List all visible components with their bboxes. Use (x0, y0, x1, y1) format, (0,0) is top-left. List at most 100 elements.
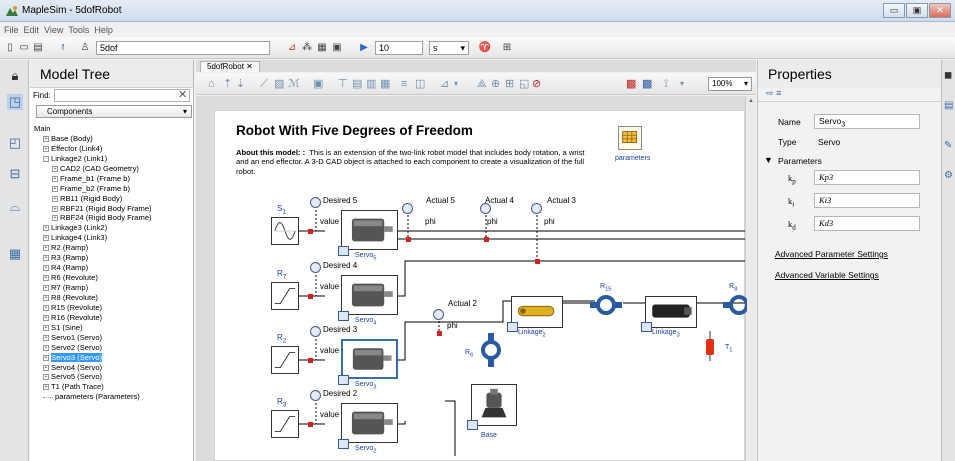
tab-5dofrobot[interactable]: 5dofRobot ✕ (200, 61, 260, 72)
properties-tab-icon[interactable]: ▤ (944, 100, 953, 111)
tree-item[interactable]: + T1 (Path Trace) (34, 382, 192, 392)
tree-item[interactable]: + Servo3 (Servo) (34, 352, 192, 363)
tree-item[interactable]: + Linkage3 (Link2) (34, 223, 192, 233)
expand-icon[interactable]: + (52, 205, 58, 212)
menu-file[interactable]: File (4, 23, 19, 37)
expand-icon[interactable]: + (43, 304, 49, 311)
find-input[interactable] (54, 89, 190, 102)
tree-item[interactable]: + S1 (Sine) (34, 323, 192, 333)
expand-icon[interactable]: + (52, 195, 58, 202)
layout-icon[interactable]: ⊞ (500, 41, 514, 55)
kd-field[interactable]: Kd3 (814, 216, 920, 231)
menu-help[interactable]: Help (94, 23, 113, 37)
lock-icon[interactable]: ◼ (944, 70, 952, 81)
tree-item[interactable]: + R6 (Revolute) (34, 273, 192, 283)
chevron-down-icon[interactable]: ▾ (680, 77, 684, 91)
math-icon[interactable]: ℳ (288, 77, 300, 91)
kp-field[interactable]: Kp3 (814, 170, 920, 185)
run-simulation-button[interactable]: ▶ (357, 41, 371, 55)
servo-block[interactable] (341, 275, 398, 315)
scroll-up-icon[interactable]: ▲ (748, 98, 754, 104)
minimize-button[interactable]: ▭ (883, 3, 905, 18)
revolute-joint-icon[interactable] (590, 291, 622, 319)
open-folder-icon[interactable]: ▭ (18, 41, 30, 55)
expand-icon[interactable]: + (43, 245, 49, 252)
revolute-joint-icon[interactable] (477, 333, 505, 367)
servo-block-selected[interactable] (341, 339, 398, 379)
stop-icon[interactable]: ⊘ (532, 77, 541, 91)
desired-probe[interactable] (310, 326, 321, 337)
linkage-block[interactable] (645, 296, 697, 328)
sine-source-block[interactable] (271, 217, 299, 245)
ramp-source-block[interactable] (271, 282, 299, 310)
component-icon[interactable]: ⊤ (338, 77, 348, 91)
tree-item[interactable]: + Effector (Link4) (34, 144, 192, 154)
tree-item[interactable]: - Linkage2 (Link1) (34, 154, 192, 164)
tree-item[interactable]: + R7 (Ramp) (34, 283, 192, 293)
align-icon[interactable]: ≡ (401, 77, 407, 91)
tree-item[interactable]: + CAD2 (CAD Geometry) (34, 164, 192, 174)
expand-icon[interactable]: + (43, 275, 49, 282)
monitor-icon[interactable]: ▣ (313, 77, 323, 91)
tree-item[interactable]: parameters (Parameters) (34, 392, 192, 402)
image-icon[interactable]: ▨ (274, 77, 284, 91)
inspector-tab-icon[interactable]: ◰ (7, 135, 23, 151)
sim-time-field[interactable]: 10 (375, 41, 423, 55)
tree-item[interactable]: + RBF21 (Rigid Body Frame) (34, 204, 192, 214)
expand-icon[interactable]: + (43, 235, 49, 242)
expand-icon[interactable]: + (52, 185, 58, 192)
group-icon[interactable]: ◫ (415, 77, 425, 91)
expand-icon[interactable]: + (43, 334, 49, 341)
frame-icon[interactable]: ◱ (519, 77, 529, 91)
tree-item[interactable]: + Servo5 (Servo) (34, 372, 192, 382)
function-icon[interactable]: f (55, 41, 71, 55)
actual-probe[interactable] (433, 309, 444, 320)
model-tree-tab-icon[interactable]: ◳ (7, 94, 23, 110)
servo-block[interactable] (341, 210, 398, 250)
ramp-source-block[interactable] (271, 410, 299, 438)
hierarchy-tab-icon[interactable]: ⊟ (7, 166, 23, 182)
tree-item[interactable]: + R15 (Revolute) (34, 303, 192, 313)
expand-icon[interactable]: + (43, 294, 49, 301)
maximize-button[interactable]: ▣ (906, 3, 928, 18)
tree-item[interactable]: + R16 (Revolute) (34, 313, 192, 323)
tree-item[interactable]: + Frame_b2 (Frame b) (34, 184, 192, 194)
ki-field[interactable]: Ki3 (814, 193, 920, 208)
menu-tools[interactable]: Tools (68, 23, 89, 37)
model-name-field[interactable]: 5dof (96, 41, 270, 55)
expand-icon[interactable]: + (43, 135, 49, 142)
user-icon[interactable]: ♙ (78, 41, 92, 55)
close-tab-icon[interactable]: ✕ (246, 62, 253, 71)
add-port-icon[interactable]: ⊕ (491, 77, 500, 91)
menu-view[interactable]: View (44, 23, 63, 37)
desired-probe[interactable] (310, 390, 321, 401)
actual-probe[interactable] (402, 203, 413, 214)
tree-item[interactable]: + R8 (Revolute) (34, 293, 192, 303)
expand-icon[interactable]: + (43, 225, 49, 232)
tree-item[interactable]: + RB11 (Rigid Body) (34, 194, 192, 204)
path-trace-icon[interactable] (703, 331, 717, 361)
time-unit-select[interactable]: s ▾ (429, 41, 469, 55)
snapshot-icon[interactable]: ▣ (330, 41, 344, 55)
connector-icon[interactable]: ⊿ (440, 77, 449, 91)
expand-icon[interactable]: + (43, 255, 49, 262)
vertical-scrollbar[interactable]: ▲ (745, 96, 756, 461)
home-icon[interactable]: ⌂ (208, 77, 215, 91)
grid-icon[interactable]: ▦ (315, 41, 329, 55)
advanced-variable-settings-link[interactable]: Advanced Variable Settings (775, 270, 879, 280)
desired-probe[interactable] (310, 197, 321, 208)
tree-item[interactable]: + RBF24 (Rigid Body Frame) (34, 213, 192, 223)
new-file-icon[interactable]: ▯ (4, 41, 16, 55)
tree-item[interactable]: + R4 (Ramp) (34, 263, 192, 273)
down-level-icon[interactable]: ⇣ (236, 77, 245, 91)
plot-icon[interactable]: ⊿ (285, 41, 299, 55)
annotate-icon[interactable]: ⟋ (260, 77, 268, 91)
tree-item[interactable]: + Frame_b1 (Frame b) (34, 174, 192, 184)
tree-item[interactable]: + Servo4 (Servo) (34, 363, 192, 373)
highlight-icon[interactable]: ▩ (626, 77, 636, 91)
expand-parameters-icon[interactable]: ▼ (764, 155, 773, 165)
tables-tab-icon[interactable]: ▦ (7, 246, 23, 262)
name-field[interactable]: Servo3 (814, 114, 920, 129)
actual-probe[interactable] (531, 203, 542, 214)
ramp-source-block[interactable] (271, 346, 299, 374)
